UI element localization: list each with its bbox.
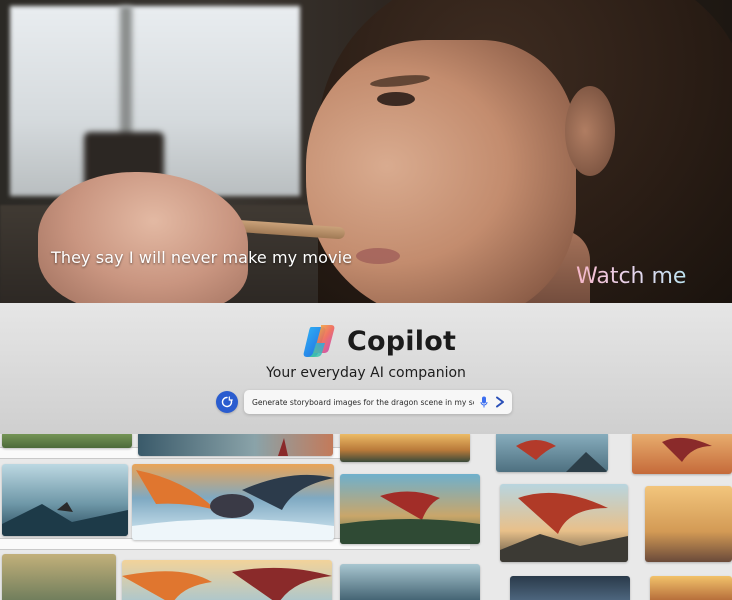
prompt-input-text: Generate storyboard images for the drago… <box>252 397 474 407</box>
microphone-icon <box>480 396 488 408</box>
storyboard-panel <box>122 560 332 600</box>
storyboard-panel <box>632 434 732 474</box>
copilot-tagline: Your everyday AI companion <box>266 365 466 381</box>
woman-eye <box>377 92 415 106</box>
woman-lips <box>356 248 400 264</box>
hero-caption-right: Watch me <box>576 264 687 289</box>
storyboard-panel <box>340 434 470 462</box>
copilot-title: Copilot <box>347 325 457 357</box>
storyboard-panel <box>2 554 116 600</box>
storyboard-panel <box>138 434 333 456</box>
copilot-brand: Copilot <box>302 323 456 359</box>
storyboard-grid <box>0 434 732 600</box>
send-button[interactable] <box>494 395 506 409</box>
microphone-button[interactable] <box>478 395 490 409</box>
new-chat-button[interactable] <box>216 391 238 413</box>
storyboard-panel <box>650 576 732 600</box>
new-chat-icon <box>221 396 233 408</box>
prompt-row: Generate storyboard images for the drago… <box>216 390 512 414</box>
prompt-input[interactable]: Generate storyboard images for the drago… <box>244 390 512 414</box>
copilot-logo-icon <box>302 323 338 359</box>
storyboard-panel <box>496 434 608 472</box>
storyboard-panel <box>500 484 628 562</box>
storyboard-panel <box>645 486 732 562</box>
hero-video-still: They say I will never make my movie Watc… <box>0 0 732 303</box>
storyboard-panel <box>340 474 480 544</box>
storyboard-panel <box>132 464 334 540</box>
storyboard-panel <box>340 564 480 600</box>
send-icon <box>496 396 504 408</box>
storyboard-panel <box>2 464 128 536</box>
hero-caption-left: They say I will never make my movie <box>51 248 353 267</box>
storyboard-panel <box>510 576 630 600</box>
storyboard-panel <box>2 434 132 448</box>
woman-ear <box>565 86 615 176</box>
copilot-band: Copilot Your everyday AI companion Gener… <box>0 303 732 434</box>
